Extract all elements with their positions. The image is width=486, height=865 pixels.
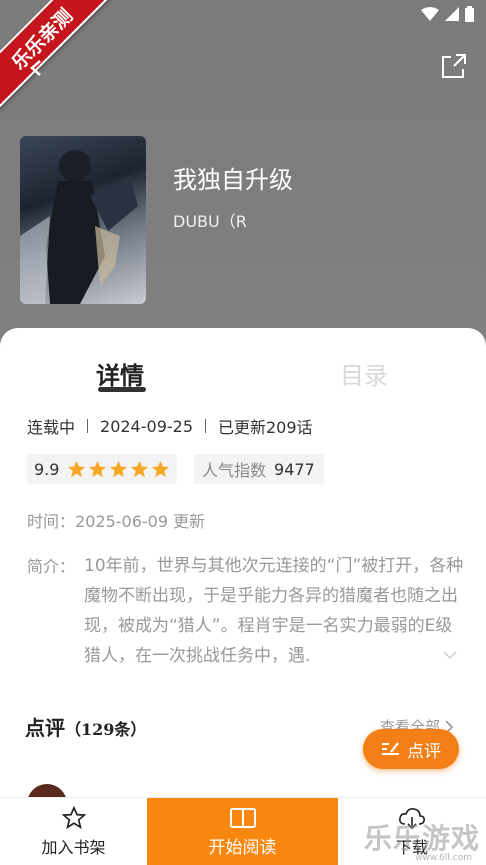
reviews-count: （129条） [65,720,147,739]
back-arrow-icon[interactable] [26,58,46,78]
star-icon [110,460,128,477]
tab-details[interactable]: 详情 [96,356,144,391]
start-reading-label: 开始阅读 [208,837,277,858]
book-title: 我独自升级 [173,166,293,194]
rating-box: 9.9 [27,454,177,484]
expand-chevron-icon[interactable] [442,648,458,662]
rating-score: 9.9 [34,459,60,479]
reviews-title: 点评（129条） [25,712,146,741]
star-icon [89,460,107,477]
popularity-box: 人气指数 9477 [194,454,324,484]
popularity-label: 人气指数 [202,461,267,480]
tab-catalog[interactable]: 目录 [340,356,388,391]
share-icon[interactable] [440,52,468,80]
update-count: 已更新209话 [218,418,313,437]
write-review-button[interactable]: 点评 [363,729,459,769]
book-meta: 连载中 2024-09-25 已更新209话 [27,414,313,438]
update-time: 时间：2025-06-09 更新 [27,508,205,532]
book-open-icon [229,807,256,828]
status-bar [421,6,474,22]
add-to-shelf-label: 加入书架 [41,838,106,857]
edit-icon [382,742,399,755]
rating-stars [67,460,170,479]
reviews-heading: 点评 [25,716,65,740]
signal-icon [445,7,459,21]
battery-icon [465,6,474,22]
serial-status: 连载中 [27,418,76,437]
add-to-shelf-button[interactable]: 加入书架 [0,798,147,865]
tab-active-indicator [98,387,146,392]
star-icon [152,460,170,477]
cover-art [20,150,138,304]
publish-date: 2024-09-25 [100,416,193,436]
write-review-label: 点评 [407,741,441,762]
book-author: DUBU（R [173,212,247,231]
time-value: 2025-06-09 更新 [75,512,206,531]
star-outline-icon [61,806,86,830]
star-icon [68,460,86,477]
wifi-icon [421,7,439,21]
divider [87,419,89,433]
time-label: 时间： [27,512,76,531]
watermark: 乐乐游戏 [363,822,480,855]
intro-label: 简介： [27,557,76,576]
star-icon [131,460,149,477]
start-reading-button[interactable]: 开始阅读 [147,798,338,865]
intro-text[interactable]: 10年前，世界与其他次元连接的“门”被打开，各种魔物不断出现，于是乎能力各异的猎… [84,551,464,671]
divider [205,419,206,433]
popularity-value: 9477 [274,459,315,479]
book-cover[interactable] [20,136,146,304]
watermark-url: www.6ll.com [415,853,472,863]
